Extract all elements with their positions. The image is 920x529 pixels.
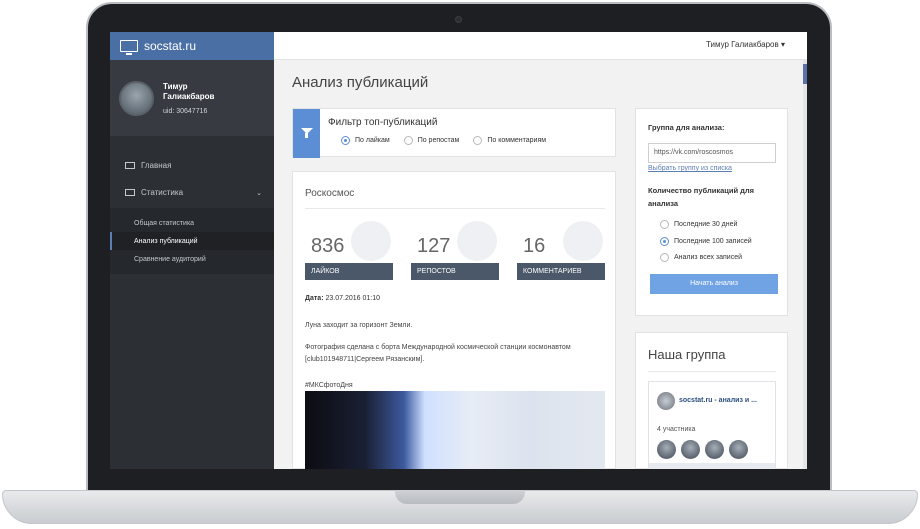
- sidebar-item-label: Статистика: [141, 188, 184, 197]
- sidebar: socstat.ru Тимур Галиакбаров uid: 306477…: [110, 32, 274, 469]
- app-screen: socstat.ru Тимур Галиакбаров uid: 306477…: [110, 32, 807, 469]
- group-url-input[interactable]: https://vk.com/roscosmos: [648, 143, 776, 163]
- avatar[interactable]: [657, 440, 676, 459]
- post-card: Роскосмос 836 ЛАЙКОВ 127 РЕПОСТОВ 16 КОМ…: [292, 171, 616, 469]
- sidebar-item-label: Главная: [141, 161, 172, 170]
- radio-selected-icon[interactable]: [660, 237, 669, 246]
- sidebar-item-post-analysis[interactable]: Анализ публикаций: [110, 232, 274, 250]
- avatar[interactable]: [681, 440, 700, 459]
- user-profile: Тимур Галиакбаров uid: 30647716: [110, 60, 274, 136]
- reposts-count: 127: [417, 235, 451, 257]
- post-text-1: Луна заходит за горизонт Земли.: [305, 322, 413, 329]
- sidebar-item-statistics[interactable]: Статистика ⌄: [110, 179, 274, 206]
- comments-label: КОММЕНТАРИЕВ: [517, 263, 605, 280]
- option-label: По репостам: [417, 137, 460, 144]
- likes-count: 836: [311, 235, 345, 257]
- sidebar-nav: Главная Статистика ⌄ Общая статистика Ан…: [110, 136, 274, 274]
- filter-icon: [293, 109, 320, 158]
- monitor-logo-icon: [120, 40, 138, 55]
- comments-stat: 16 КОММЕНТАРИЕВ: [517, 221, 605, 280]
- group-avatar[interactable]: [657, 392, 675, 410]
- likes-stat: 836 ЛАЙКОВ: [305, 221, 393, 280]
- option-all-posts[interactable]: Анализ всех записей: [660, 253, 742, 262]
- repost-icon: [457, 221, 497, 261]
- group-label: Группа для анализа:: [648, 123, 725, 132]
- group-card-title: Наша группа: [648, 347, 726, 362]
- brand-name: socstat.ru: [144, 39, 197, 53]
- filter-option-likes[interactable]: По лайкам: [341, 136, 390, 145]
- camera-icon: [455, 16, 462, 23]
- filter-options: По лайкам По репостам По комментариям: [341, 136, 546, 145]
- member-avatars: [657, 440, 748, 459]
- post-image[interactable]: [305, 391, 605, 469]
- profile-uid: uid: 30647716: [163, 107, 208, 115]
- widget-join-bar[interactable]: [649, 463, 775, 469]
- laptop-notch: [395, 490, 525, 504]
- profile-name: Тимур Галиакбаров: [163, 81, 215, 101]
- comments-count: 16: [523, 235, 546, 257]
- sidebar-item-home[interactable]: Главная: [110, 152, 274, 179]
- statistics-submenu: Общая статистика Анализ публикаций Сравн…: [110, 208, 274, 274]
- radio-icon[interactable]: [473, 136, 483, 145]
- page-title: Анализ публикаций: [292, 74, 429, 91]
- sidebar-item-audience-compare[interactable]: Сравнение аудиторий: [110, 250, 274, 268]
- filter-title: Фильтр топ-публикаций: [328, 117, 438, 128]
- radio-icon[interactable]: [660, 253, 669, 262]
- analysis-settings-card: Группа для анализа: https://vk.com/rosco…: [635, 108, 788, 316]
- avatar[interactable]: [705, 440, 724, 459]
- post-text-2: Фотография сделана с борта Международной…: [305, 344, 571, 363]
- date-label: Дата:: [305, 295, 324, 302]
- post-group-name[interactable]: Роскосмос: [305, 188, 354, 199]
- bar-chart-icon: [125, 189, 135, 196]
- radio-icon[interactable]: [403, 136, 413, 145]
- sidebar-item-general-stats[interactable]: Общая статистика: [110, 214, 274, 232]
- filter-option-reposts[interactable]: По репостам: [403, 136, 460, 145]
- brand-bar[interactable]: socstat.ru: [110, 32, 274, 60]
- choose-group-link[interactable]: Выбрать группу из списка: [648, 165, 732, 172]
- avatar[interactable]: [729, 440, 748, 459]
- count-label: Количество публикаций для анализа: [648, 186, 755, 208]
- filter-option-comments[interactable]: По комментариям: [473, 136, 546, 145]
- radio-icon[interactable]: [660, 220, 669, 229]
- post-date: Дата: 23.07.2016 01:10: [305, 295, 380, 302]
- our-group-card: Наша группа socstat.ru - анализ и ... 4 …: [635, 332, 788, 469]
- option-label: Анализ всех записей: [674, 254, 743, 261]
- top-bar: Тимур Галиакбаров ▾: [274, 32, 807, 60]
- user-menu[interactable]: Тимур Галиакбаров ▾: [706, 40, 785, 49]
- group-widget-name[interactable]: socstat.ru - анализ и ...: [679, 397, 757, 404]
- group-member-count: 4 участника: [657, 426, 696, 433]
- monitor-icon: [125, 162, 135, 169]
- option-last-30-days[interactable]: Последние 30 дней: [660, 220, 737, 229]
- scrollbar[interactable]: [803, 60, 807, 469]
- reposts-label: РЕПОСТОВ: [411, 263, 499, 280]
- likes-label: ЛАЙКОВ: [305, 263, 393, 280]
- chevron-down-icon: ⌄: [256, 189, 262, 197]
- start-analysis-button[interactable]: Начать анализ: [650, 274, 778, 294]
- divider: [648, 371, 776, 372]
- avatar[interactable]: [119, 80, 154, 116]
- scrollbar-thumb[interactable]: [803, 64, 807, 84]
- divider: [305, 208, 605, 209]
- date-value: 23.07.2016 01:10: [323, 295, 380, 302]
- option-label: Последние 100 записей: [674, 238, 752, 245]
- reposts-stat: 127 РЕПОСТОВ: [411, 221, 499, 280]
- radio-selected-icon[interactable]: [341, 136, 350, 145]
- vk-group-widget: socstat.ru - анализ и ... 4 участника: [648, 381, 776, 469]
- option-label: Последние 30 дней: [674, 221, 738, 228]
- option-label: По комментариям: [487, 137, 547, 144]
- option-last-100-posts[interactable]: Последние 100 записей: [660, 237, 752, 246]
- filter-card: Фильтр топ-публикаций По лайкам По репос…: [292, 108, 616, 158]
- option-label: По лайкам: [355, 137, 390, 144]
- comment-icon: [563, 221, 603, 261]
- heart-icon: [351, 221, 391, 261]
